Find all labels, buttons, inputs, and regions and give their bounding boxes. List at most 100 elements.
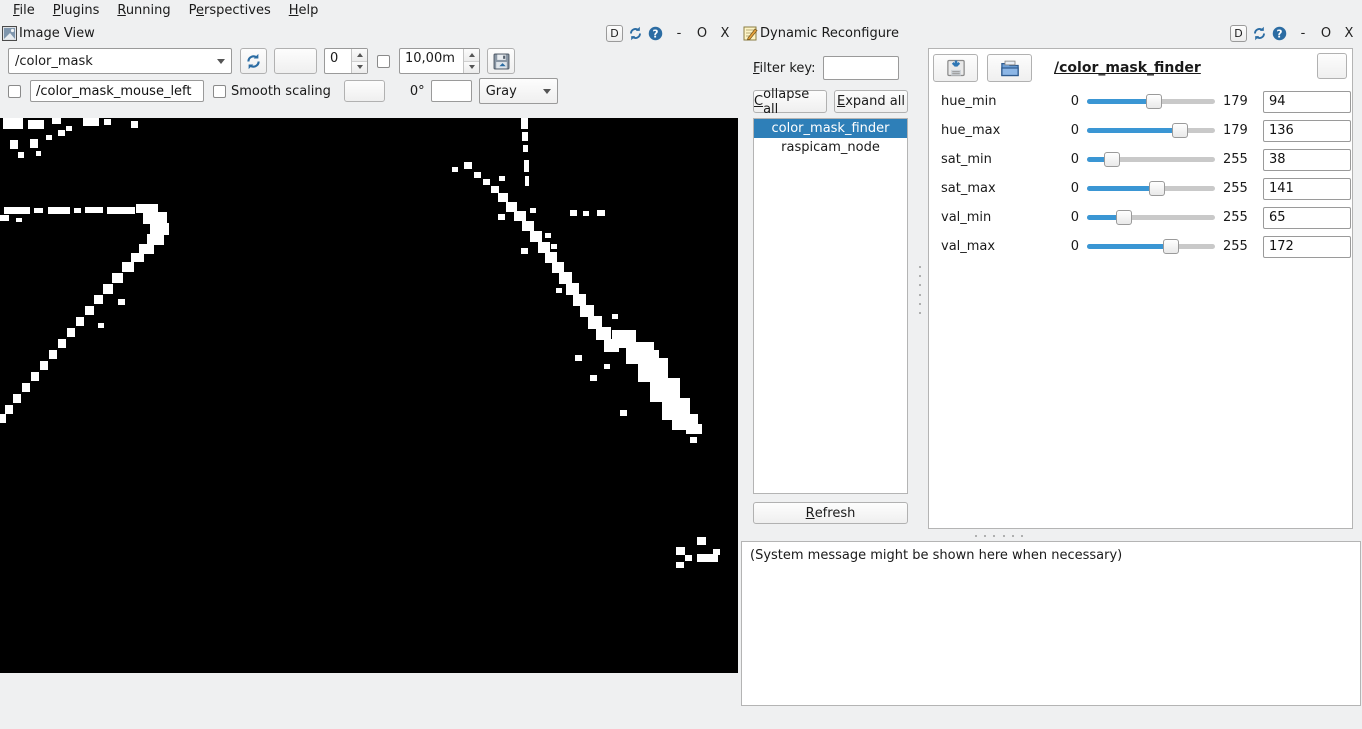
dynamic-range-checkbox[interactable] — [377, 55, 390, 68]
param-value-input[interactable] — [1263, 207, 1351, 229]
param-slider[interactable] — [1087, 151, 1215, 168]
image-view-dock: Image View D ? - O X /color_mask 0 10,00… — [0, 22, 738, 729]
param-panel: /color_mask_finder hue_min0179hue_max017… — [928, 48, 1353, 529]
minimize-button[interactable]: - — [1296, 26, 1310, 41]
filter-key-label: Filter key: — [753, 61, 816, 76]
color-scheme-select[interactable]: Gray — [479, 78, 558, 104]
param-slider[interactable] — [1087, 93, 1215, 110]
horizontal-splitter-handle[interactable] — [975, 534, 1023, 538]
param-row-sat_max: sat_max0255 — [929, 174, 1352, 203]
param-value-input[interactable] — [1263, 149, 1351, 171]
node-list-item-raspicam_node[interactable]: raspicam_node — [754, 138, 907, 157]
slider-handle[interactable] — [1163, 239, 1179, 254]
maximize-button[interactable]: O — [695, 26, 709, 41]
mask-image-svg[interactable] — [0, 118, 738, 673]
slider-fill — [1087, 99, 1154, 104]
menu-item-running[interactable]: Running — [110, 2, 177, 19]
reconfigure-title: Dynamic Reconfigure — [760, 26, 899, 41]
rotation-field[interactable] — [431, 80, 472, 102]
param-label: sat_min — [941, 152, 1063, 167]
slider-handle[interactable] — [1146, 94, 1162, 109]
reconfigure-titlebar: Dynamic Reconfigure D ? - O X — [741, 22, 1362, 44]
image-view-title: Image View — [19, 26, 95, 41]
slider-handle[interactable] — [1149, 181, 1165, 196]
menu-item-plugins[interactable]: Plugins — [46, 2, 107, 19]
collapse-all-button[interactable]: Collapse all — [753, 90, 827, 113]
param-max-label: 179 — [1223, 94, 1253, 109]
svg-text:?: ? — [652, 28, 658, 40]
dynamic-reconfigure-icon — [743, 26, 758, 41]
spin-up-icon[interactable] — [464, 49, 479, 62]
node-list-item-color_mask_finder[interactable]: color_mask_finder — [754, 119, 907, 138]
smooth-scaling-checkbox[interactable] — [213, 85, 226, 98]
param-max-label: 179 — [1223, 123, 1253, 138]
topic-select-value: /color_mask — [15, 54, 93, 69]
help-icon[interactable]: ? — [1271, 25, 1287, 41]
blank-header-button[interactable] — [1317, 53, 1347, 79]
topic-select[interactable]: /color_mask — [8, 48, 232, 74]
spin-down-icon[interactable] — [352, 62, 367, 74]
menu-item-help[interactable]: Help — [282, 2, 326, 19]
slider-handle[interactable] — [1116, 210, 1132, 225]
zoom-spinbox[interactable]: 0 — [324, 48, 368, 74]
refresh-topics-icon — [245, 53, 262, 70]
param-rows: hue_min0179hue_max0179sat_min0255sat_max… — [929, 87, 1352, 261]
menu-item-perspectives[interactable]: Perspectives — [182, 2, 278, 19]
param-row-val_max: val_max0255 — [929, 232, 1352, 261]
rotation-label: 0° — [410, 84, 425, 99]
param-row-val_min: val_min0255 — [929, 203, 1352, 232]
max-range-spinbox-value: 10,00m — [400, 49, 463, 73]
system-message-area[interactable]: (System message might be shown here when… — [741, 541, 1361, 706]
max-range-spinbox[interactable]: 10,00m — [399, 48, 480, 74]
save-image-button[interactable] — [487, 48, 515, 74]
param-row-hue_max: hue_max0 179 — [929, 116, 1352, 145]
dock-button[interactable]: D — [1230, 25, 1247, 42]
param-value-input[interactable] — [1263, 91, 1351, 113]
blank-button-row2[interactable] — [344, 80, 385, 102]
save-config-button[interactable] — [933, 54, 978, 82]
param-value-input[interactable] — [1263, 178, 1351, 200]
param-min-label: 0 — [1063, 94, 1079, 109]
color-scheme-value: Gray — [486, 84, 517, 99]
blank-toolbar-button[interactable] — [274, 48, 317, 74]
close-button[interactable]: X — [1342, 26, 1356, 41]
spin-down-icon[interactable] — [464, 62, 479, 74]
dock-button[interactable]: D — [606, 25, 623, 42]
param-label: hue_max — [941, 123, 1063, 138]
publish-click-checkbox[interactable] — [8, 85, 21, 98]
expand-all-button[interactable]: Expand all — [834, 90, 908, 113]
maximize-button[interactable]: O — [1319, 26, 1333, 41]
help-icon[interactable]: ? — [647, 25, 663, 41]
reload-plugin-icon[interactable] — [627, 25, 643, 41]
param-max-label: 255 — [1223, 181, 1253, 196]
param-value-input[interactable] — [1263, 120, 1351, 142]
image-view-titlebar: Image View D ? - O X — [0, 22, 738, 44]
menu-item-file[interactable]: File — [6, 2, 42, 19]
param-slider[interactable] — [1087, 180, 1215, 197]
save-config-icon — [946, 58, 966, 78]
param-min-label: 0 — [1063, 123, 1079, 138]
reload-plugin-icon[interactable] — [1251, 25, 1267, 41]
param-slider[interactable] — [1087, 209, 1215, 226]
slider-handle[interactable] — [1172, 123, 1188, 138]
node-list[interactable]: color_mask_finderraspicam_node — [753, 118, 908, 494]
slider-handle[interactable] — [1104, 152, 1120, 167]
mouse-topic-input[interactable] — [30, 80, 204, 102]
close-button[interactable]: X — [718, 26, 732, 41]
param-max-label: 255 — [1223, 239, 1253, 254]
refresh-button[interactable]: Refresh — [753, 502, 908, 524]
minimize-button[interactable]: - — [672, 26, 686, 41]
refresh-topics-button[interactable] — [240, 48, 267, 74]
chevron-down-icon — [543, 89, 551, 94]
slider-fill — [1087, 186, 1157, 191]
param-value-input[interactable] — [1263, 236, 1351, 258]
filter-key-input[interactable] — [823, 56, 899, 80]
load-config-button[interactable] — [987, 54, 1032, 82]
vertical-splitter-handle[interactable] — [918, 266, 922, 314]
spin-up-icon[interactable] — [352, 49, 367, 62]
svg-text:?: ? — [1276, 28, 1282, 40]
param-slider[interactable] — [1087, 122, 1215, 139]
param-slider[interactable] — [1087, 238, 1215, 255]
selected-node-title[interactable]: /color_mask_finder — [1054, 60, 1201, 76]
slider-fill — [1087, 128, 1180, 133]
